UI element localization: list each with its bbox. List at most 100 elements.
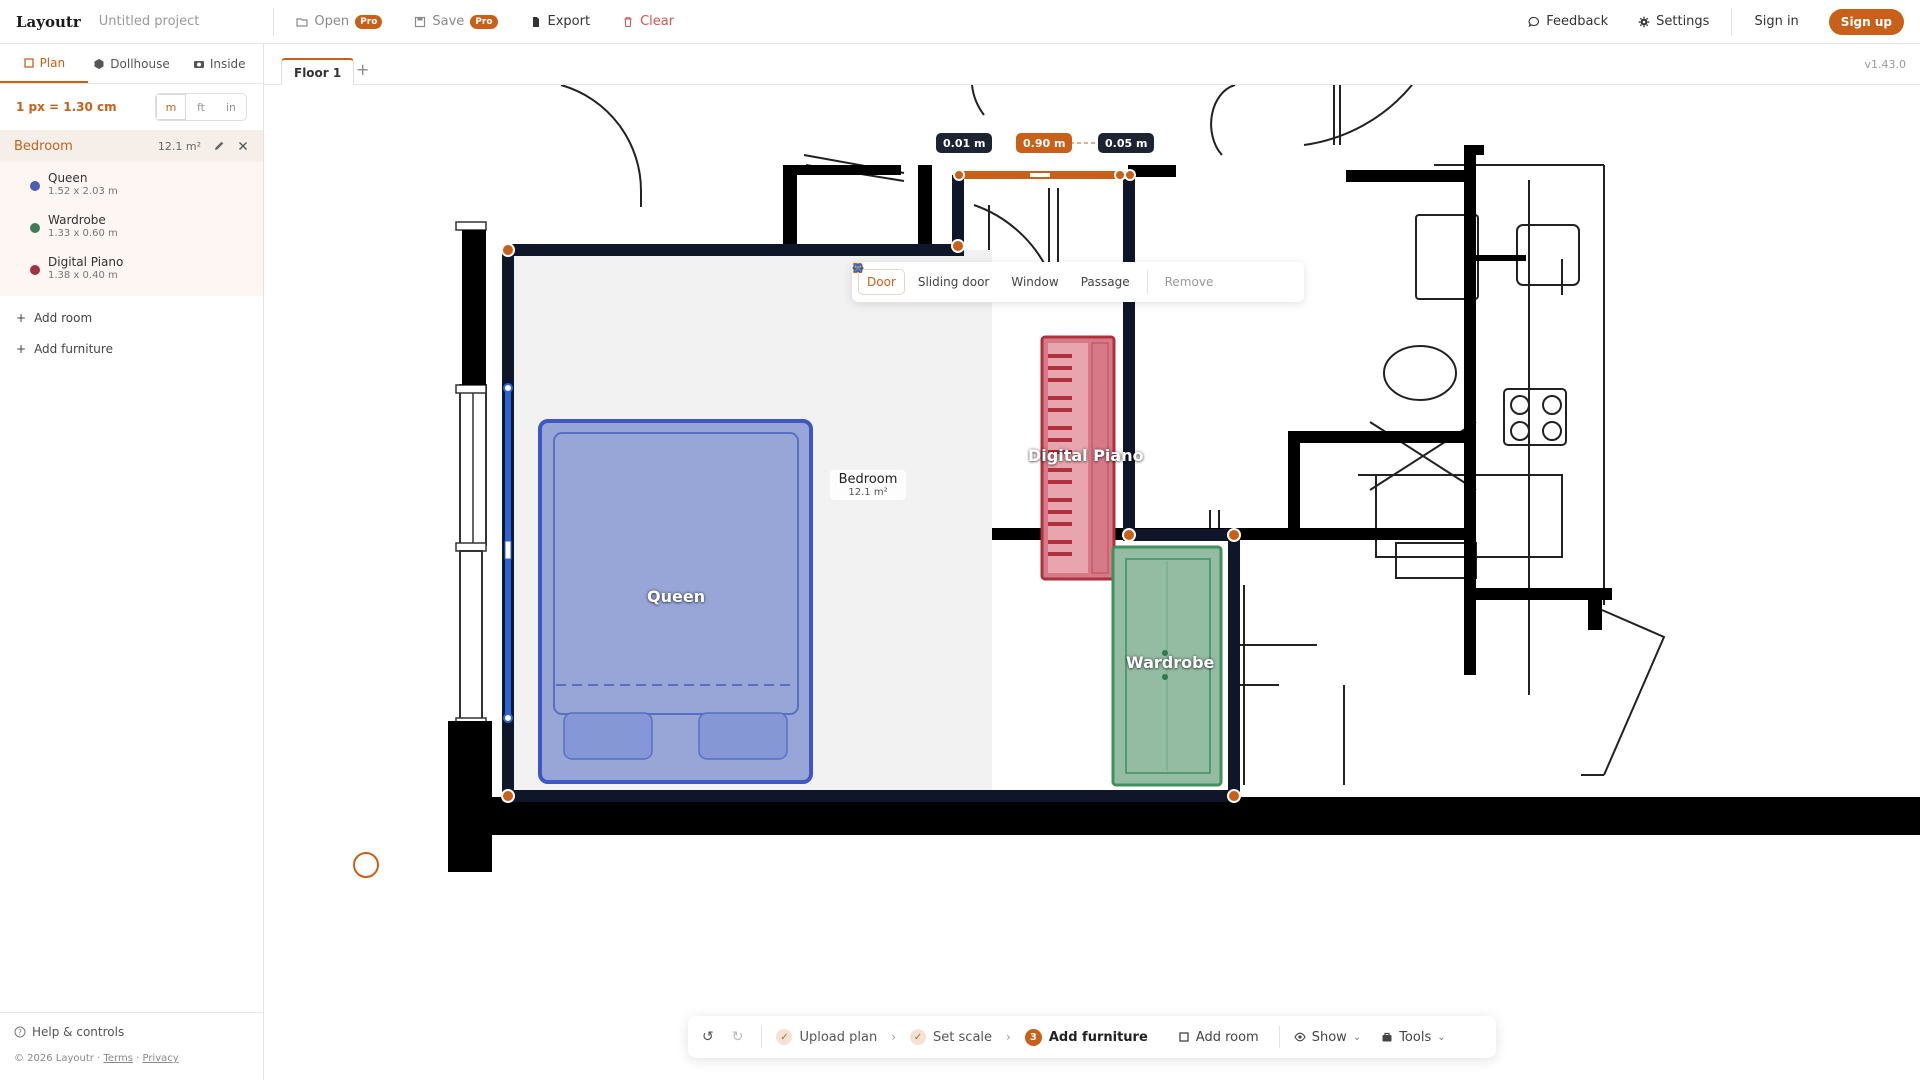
cube-icon [94,58,104,69]
room-label[interactable]: Bedroom 12.1 m² [830,470,906,500]
room-row-bedroom[interactable]: Bedroom 12.1 m² [0,130,263,162]
passage-option[interactable]: Passage [852,265,1139,295]
export-label: Export [547,14,591,29]
sidebar-footer: ? Help & controls © 2026 Layoutr · Terms… [0,1012,264,1080]
question-icon: ? [14,1026,26,1038]
top-bar: Layoutr Untitled project Open Pro Save P… [0,0,1920,44]
unit-m[interactable]: m [156,94,186,120]
add-room-tool[interactable]: Add room [1178,1030,1259,1045]
measure-mid-label[interactable]: 0.90 m [1016,133,1073,153]
trash-icon [624,16,632,27]
window-endpoint[interactable] [503,713,513,723]
gear-icon [1638,16,1650,27]
open-button[interactable]: Open Pro [296,14,383,29]
tab-plan[interactable]: Plan [0,44,88,83]
close-icon[interactable] [237,140,249,152]
item-dims: 1.33 x 0.60 m [48,228,118,239]
opening-type-menu: Door Sliding door Window Passage Remove [852,262,1304,302]
divider [273,7,275,36]
signin-button[interactable]: Sign in [1754,14,1798,29]
queen-label: Queen [647,587,706,606]
tools-label: Tools [1399,1029,1432,1045]
floor-tabs: Floor 1 + v1.43.0 [264,44,1920,85]
measure-left-label: 0.01 m [936,133,993,153]
divider [761,1026,763,1048]
cursor-indicator [353,852,379,878]
feedback-button[interactable]: Feedback [1528,14,1608,29]
chevron-down-icon: ⌄ [1437,1031,1446,1043]
project-title[interactable]: Untitled project [99,14,200,29]
wardrobe-label: Wardrobe [1126,653,1215,672]
plan-icon [23,57,34,68]
list-item[interactable]: Wardrobe 1.33 x 0.60 m [0,208,263,250]
list-item[interactable]: Digital Piano 1.38 x 0.40 m [0,250,263,292]
save-button[interactable]: Save Pro [414,14,498,29]
divider [1731,7,1733,36]
door-label: Door [867,275,896,289]
show-menu[interactable]: Show ⌄ [1294,1030,1361,1045]
color-dot [30,223,40,233]
window-handle[interactable] [504,540,512,560]
view-tabs: Plan Dollhouse Inside [0,44,263,84]
export-button[interactable]: Export [530,14,591,29]
measure-right-label: 0.05 m [1098,133,1155,153]
window-label: Window [1011,275,1059,289]
room-label-name: Bedroom [838,472,898,487]
check-icon: ✓ [910,1029,927,1045]
add-room-button[interactable]: + Add room [0,302,263,333]
redo-icon[interactable]: ↻ [732,1029,744,1045]
plan-icon [1179,1032,1189,1042]
remove-label: Remove [1164,275,1214,289]
terms-link[interactable]: Terms [103,1053,132,1064]
settings-label: Settings [1656,14,1710,29]
divider [1278,1026,1280,1048]
sliding-door-option[interactable]: Sliding door [854,263,999,295]
step-add-furniture[interactable]: 3 Add furniture [1024,1028,1148,1046]
tab-dollhouse[interactable]: Dollhouse [88,44,176,83]
clear-button[interactable]: Clear [622,14,674,29]
plus-icon: + [16,341,27,356]
unit-ft[interactable]: ft [186,94,216,120]
version-label: v1.43.0 [1864,58,1907,71]
chevron-down-icon: ⌄ [1352,1031,1362,1043]
feedback-label: Feedback [1546,14,1609,29]
add-floor-button[interactable]: + [356,60,369,79]
open-label: Open [314,14,350,29]
remove-opening-button[interactable]: Remove [854,264,1223,295]
undo-icon[interactable]: ↺ [702,1029,714,1045]
add-furniture-step-label: Add furniture [1048,1029,1148,1045]
pencil-icon[interactable] [213,140,225,152]
step-set-scale[interactable]: ✓ Set scale [910,1029,992,1045]
pro-badge: Pro [355,14,383,29]
unit-in[interactable]: in [216,94,246,120]
furniture-list: Queen 1.52 x 2.03 m Wardrobe 1.33 x 0.60… [0,162,263,296]
help-label: Help & controls [32,1025,125,1039]
privacy-link[interactable]: Privacy [142,1053,178,1064]
tab-floor-1[interactable]: Floor 1 [281,58,355,85]
brand-logo: Layoutr [16,12,81,31]
tab-inside[interactable]: Inside [175,44,263,83]
close-icon [854,264,862,272]
window-option[interactable]: Window [853,264,1067,295]
add-furniture-button[interactable]: + Add furniture [0,333,263,364]
signup-button[interactable]: Sign up [1828,8,1904,35]
tools-menu[interactable]: Tools ⌄ [1381,1029,1446,1045]
scale-readout: 1 px = 1.30 cm [16,100,117,114]
door-option[interactable]: Door [853,262,905,295]
step-upload-plan[interactable]: ✓ Upload plan [776,1029,877,1045]
list-item[interactable]: Queen 1.52 x 2.03 m [0,166,263,208]
sliding-door-label: Sliding door [917,275,990,289]
tab-label: Dollhouse [110,56,170,71]
tab-label: Inside [209,56,246,71]
window-endpoint[interactable] [503,383,513,393]
color-dot [30,181,40,191]
copyright: © 2026 Layoutr · Terms · Privacy [14,1053,179,1064]
floorplan-canvas[interactable]: 0.01 m 0.90 m 0.05 m Door Sliding door W… [264,85,1920,1080]
step-number: 3 [1024,1028,1042,1046]
color-dot [30,265,40,275]
chevron-right-icon: › [1006,1030,1011,1044]
settings-button[interactable]: Settings [1638,14,1709,29]
item-dims: 1.38 x 0.40 m [48,270,118,281]
room-name: Bedroom [14,138,73,154]
help-button[interactable]: ? Help & controls [14,1025,250,1039]
